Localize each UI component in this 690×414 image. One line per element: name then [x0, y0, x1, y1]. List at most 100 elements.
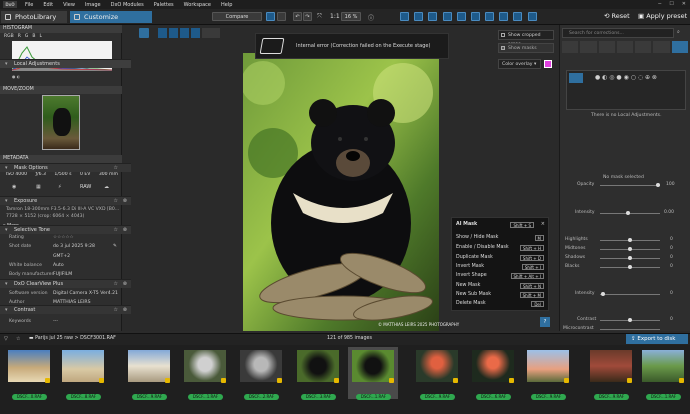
menu-file[interactable]: File [20, 2, 38, 8]
stamp-icon[interactable] [513, 12, 522, 21]
blacks-value[interactable]: 0 [670, 264, 673, 269]
la-tool-select-icon[interactable] [569, 73, 583, 83]
palette-tab-star-icon[interactable] [562, 41, 579, 53]
apply-preset-button[interactable]: ▣ Apply preset [638, 12, 687, 21]
mask-tool-control-point-icon[interactable] [180, 28, 189, 38]
clearview-knob[interactable] [601, 292, 605, 296]
blacks-knob[interactable] [628, 265, 632, 269]
thumbnail[interactable]: DSCF...9.RAF [412, 347, 462, 400]
thumbnail[interactable]: DSCF...3.RAF [293, 347, 343, 400]
exposure-header[interactable]: ▾ Exposure ☆ ⊗ [0, 196, 131, 205]
highlights-value[interactable]: 0 [670, 237, 673, 242]
thumbnail[interactable]: DSCF...9.RAF [586, 347, 636, 400]
thumbnail[interactable]: DSCF...9.RAF [124, 347, 174, 400]
palette-tab-fx-icon[interactable] [653, 41, 670, 53]
tab-customize[interactable]: Customize [70, 11, 152, 23]
palette-tab-local-icon[interactable] [671, 41, 688, 53]
filter-icon[interactable]: ▽ [4, 336, 8, 342]
repair-icon[interactable] [499, 12, 508, 21]
thumbnail[interactable]: DSCF...1.RAF [180, 347, 230, 400]
star-icon[interactable]: ☆ [114, 306, 118, 315]
info-icon[interactable]: ⓘ [368, 13, 374, 22]
thumbnail[interactable]: DSCF...2.RAF [236, 347, 286, 400]
palette-tab-geometry-icon[interactable] [635, 41, 652, 53]
midtones-knob[interactable] [628, 247, 632, 251]
mask-options-header[interactable]: ▾ Mask Options ☆ [0, 163, 131, 172]
clearview-slider[interactable] [600, 294, 660, 295]
redo-icon[interactable]: ↷ [303, 12, 312, 21]
menu-palettes[interactable]: Palettes [149, 2, 179, 8]
help-icon[interactable]: ? [540, 317, 550, 327]
clearview-header[interactable]: ▾ DxO ClearView Plus ☆ ⊗ [0, 279, 131, 288]
magnifier-icon[interactable] [471, 12, 480, 21]
show-cropped-toggle[interactable]: Show cropped areas [498, 30, 554, 47]
shadows-knob[interactable] [628, 256, 632, 260]
clearview-value[interactable]: 0 [670, 291, 673, 296]
close-icon[interactable]: ⊗ [123, 197, 127, 206]
palette-tab-light-icon[interactable] [580, 41, 597, 53]
menu-image[interactable]: Image [80, 2, 106, 8]
rating-stars[interactable]: ☆☆☆☆☆ [53, 235, 74, 240]
star-filter-icon[interactable]: ☆ [16, 336, 20, 342]
zoom-select[interactable]: 16 % [341, 12, 361, 21]
show-cropped-checkbox[interactable] [501, 33, 505, 37]
thumbnail[interactable]: DSCF...9.RAF [523, 347, 573, 400]
menu-invert-shape[interactable]: Invert Shape [456, 273, 487, 278]
exposure-slider[interactable] [600, 213, 660, 214]
menu-view[interactable]: View [58, 2, 80, 8]
histogram-header[interactable]: HISTOGRAM [0, 25, 122, 33]
local-adjust-tool-icon[interactable] [139, 28, 149, 38]
ai-mask-title[interactable]: AI Mask [456, 222, 477, 227]
breadcrumb[interactable]: ▬ Parijs jul 25 raw > DSCF3001.RAF [29, 336, 116, 341]
selective-tone-header[interactable]: ▾ Selective Tone ☆ ⊗ [0, 225, 131, 234]
wb-picker-icon[interactable] [485, 12, 494, 21]
search-corrections-input[interactable]: Search for corrections... [562, 28, 674, 38]
search-icon[interactable]: ⌕ [677, 29, 680, 35]
tab-photolibrary[interactable]: PhotoLibrary [1, 11, 67, 23]
main-photo[interactable] [243, 53, 439, 331]
thumbnail[interactable]: DSCF...0.RAF [4, 347, 54, 400]
export-to-disk-button[interactable]: ⇪ Export to disk [626, 334, 688, 344]
palette-tab-detail-icon[interactable] [616, 41, 634, 53]
close-icon[interactable]: ⊗ [123, 306, 127, 315]
highlights-knob[interactable] [628, 238, 632, 242]
overlay-select[interactable]: Color overlay ▾ [498, 59, 541, 69]
undo-icon[interactable]: ↶ [293, 12, 302, 21]
menu-help[interactable]: Help [216, 2, 237, 8]
star-icon[interactable]: ☆ [114, 164, 118, 173]
star-icon[interactable]: ☆ [114, 226, 118, 235]
mask-tool-auto-icon[interactable] [191, 28, 200, 38]
menu-workspace[interactable]: Workspace [179, 2, 216, 8]
menu-close-icon[interactable]: × [541, 221, 545, 227]
crop-icon[interactable] [400, 12, 409, 21]
reset-button[interactable]: ⟲ Reset [604, 12, 630, 21]
channel-b[interactable]: B [32, 34, 35, 39]
compare-button[interactable]: Compare [212, 12, 262, 21]
thumbnail[interactable]: DSCF...6.RAF [468, 347, 518, 400]
color-picker-icon[interactable] [457, 12, 466, 21]
movezoom-header[interactable]: MOVE/ZOOM [0, 86, 122, 94]
menu-delete-mask[interactable]: Delete Mask [456, 301, 486, 306]
opacity-knob[interactable] [656, 183, 660, 187]
menu-duplicate-mask[interactable]: Duplicate Mask [456, 255, 493, 260]
exposure-value[interactable]: 0.00 [664, 210, 674, 215]
edit-icon[interactable]: ✎ [113, 244, 117, 249]
midtones-value[interactable]: 0 [670, 246, 673, 251]
channel-g[interactable]: G [25, 34, 29, 39]
exposure-knob[interactable] [626, 211, 630, 215]
contrast-value[interactable]: 0 [670, 317, 673, 322]
compare-grid-icon[interactable] [428, 12, 437, 21]
one-to-one-icon[interactable]: 1:1 [330, 13, 340, 20]
eye-icon[interactable] [414, 12, 423, 21]
opacity-slider[interactable] [600, 185, 660, 186]
thumbnail[interactable]: DSCF...1.RAF [638, 347, 688, 400]
menu-enable-disable-mask[interactable]: Enable / Disable Mask [456, 245, 509, 250]
la-tool-brush-icon[interactable]: ● ◐ ◎ ● ◉ ○ ◌ ⊕ ⊗ [595, 74, 657, 81]
maximize-icon[interactable]: ☐ [669, 1, 673, 7]
local-adjustments-header[interactable]: ▾ Local Adjustments [0, 59, 131, 68]
overlay-color-swatch[interactable] [544, 60, 552, 68]
close-icon[interactable]: ✕ [682, 1, 686, 7]
channel-rgb[interactable]: RGB [4, 34, 14, 39]
contrast-knob[interactable] [628, 318, 632, 322]
star-icon[interactable]: ☆ [114, 280, 118, 289]
